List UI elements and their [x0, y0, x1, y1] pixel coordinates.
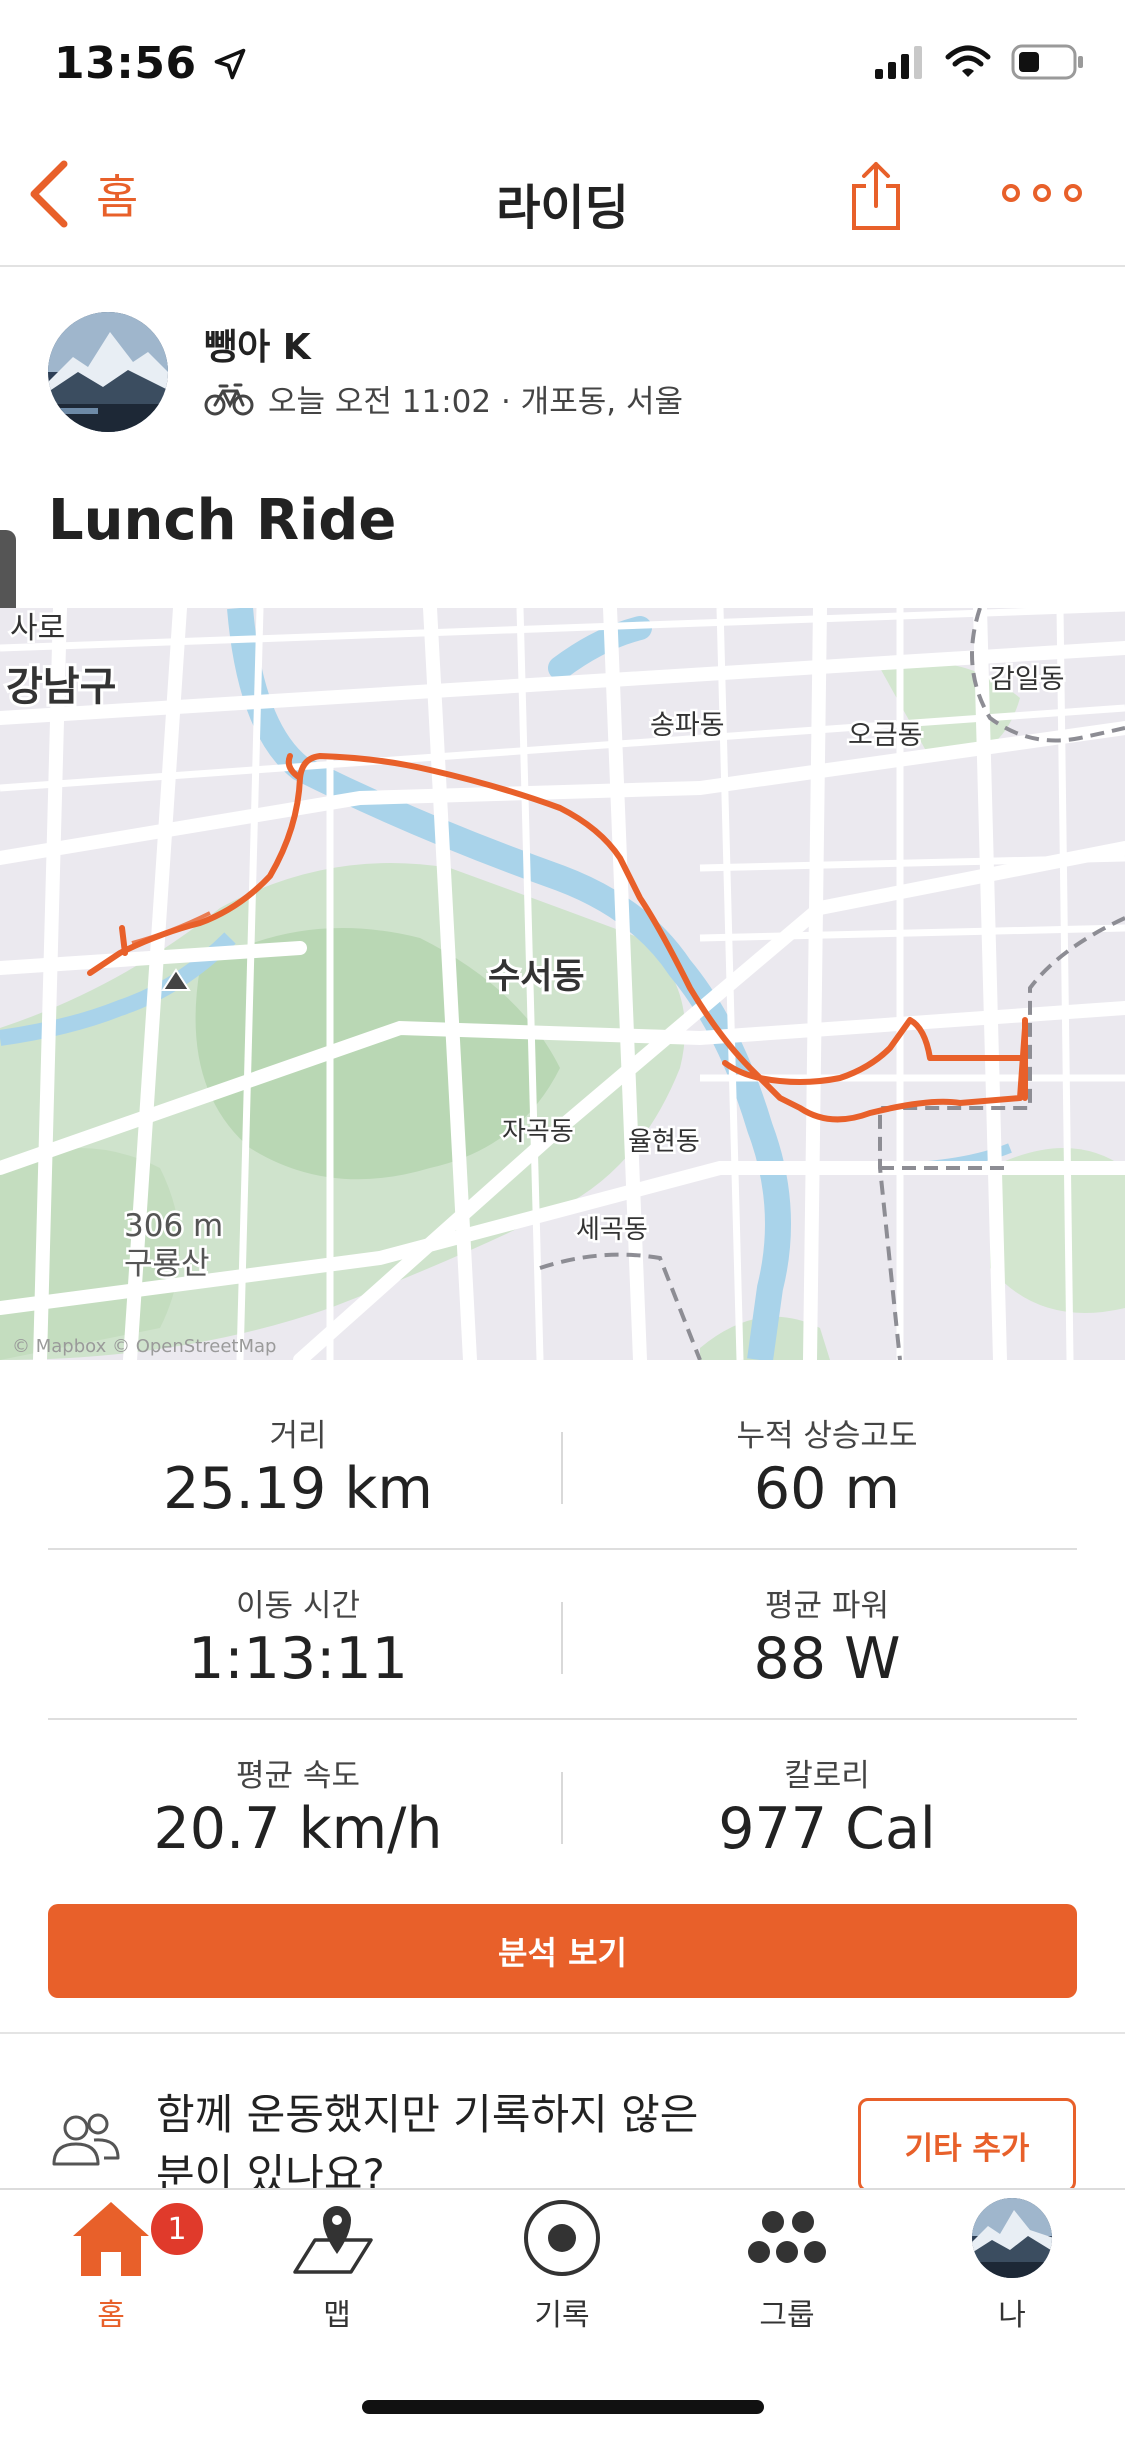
tab-map-label: 맵 — [323, 2298, 351, 2333]
location-arrow-icon — [215, 48, 246, 80]
stat-avg-speed-value: 20.7 km/h — [153, 1796, 443, 1862]
map-label-mountain-height: 306 m — [124, 1208, 223, 1244]
profile-avatar-icon — [972, 2198, 1052, 2278]
activity-date-location: 오늘 오전 11:02 · 개포동, 서울 — [268, 384, 683, 420]
stat-elevation-label: 누적 상승고도 — [736, 1418, 918, 1454]
stat-elevation-value: 60 m — [753, 1456, 901, 1522]
tab-groups[interactable] — [712, 2196, 862, 2284]
avatar-photo — [48, 312, 168, 432]
wifi-icon — [945, 45, 991, 77]
tab-record-label: 기록 — [534, 2298, 590, 2333]
cellular-signal-icon — [875, 46, 922, 79]
map-label-saro: 사로 — [10, 611, 65, 646]
section-divider — [0, 2032, 1125, 2034]
stat-distance-label: 거리 — [269, 1418, 327, 1454]
stat-avg-power-value: 88 W — [753, 1626, 901, 1692]
groups-icon — [748, 2211, 826, 2263]
stat-divider — [561, 1772, 563, 1844]
stat-calories-label: 칼로리 — [784, 1758, 870, 1794]
tab-groups-label: 그룹 — [759, 2298, 815, 2333]
more-dot-icon — [1002, 184, 1020, 202]
status-indicators — [875, 44, 1085, 80]
home-indicator — [362, 2400, 764, 2414]
people-icon — [52, 2113, 120, 2166]
tab-record[interactable] — [487, 2196, 637, 2284]
map-label-gamil: 감일동 — [990, 664, 1065, 695]
tab-you[interactable] — [937, 2196, 1087, 2284]
home-icon — [73, 2202, 149, 2276]
battery-icon — [1011, 44, 1083, 80]
stat-divider — [561, 1602, 563, 1674]
route-map[interactable]: 강남구 사로 송파동 오금동 감일동 수서동 자곡동 율현동 세곡동 306 m… — [0, 608, 1125, 1360]
map-label-suseo: 수서동 — [488, 957, 585, 997]
athlete-avatar[interactable] — [48, 312, 168, 432]
stat-distance-value: 25.19 km — [163, 1456, 433, 1522]
athlete-name[interactable]: 뺑아 K — [204, 318, 311, 370]
map-icon — [293, 2206, 373, 2274]
share-icon[interactable] — [848, 160, 904, 232]
map-label-yulhyeon: 율현동 — [628, 1127, 700, 1157]
stat-divider — [561, 1432, 563, 1504]
stat-moving-time-value: 1:13:11 — [188, 1626, 408, 1692]
add-others-button[interactable]: 기타 추가 — [858, 2098, 1076, 2192]
activity-meta: 오늘 오전 11:02 · 개포동, 서울 — [204, 376, 683, 421]
more-dot-icon — [1064, 184, 1082, 202]
stat-avg-power-label: 평균 파워 — [765, 1588, 889, 1624]
map-label-segok: 세곡동 — [576, 1215, 648, 1245]
status-time: 13:56 — [54, 38, 248, 89]
tab-home-label: 홈 — [97, 2298, 125, 2333]
tab-map[interactable] — [262, 2196, 412, 2284]
more-dot-icon — [1033, 184, 1051, 202]
stat-row-divider — [48, 1548, 1077, 1550]
notification-badge: 1 — [148, 2200, 206, 2258]
stat-calories-value: 977 Cal — [718, 1796, 936, 1862]
map-label-songpa: 송파동 — [650, 710, 725, 741]
map-attribution[interactable]: © Mapbox © OpenStreetMap — [12, 1336, 276, 1357]
view-analysis-button[interactable]: 분석 보기 — [48, 1904, 1077, 1998]
stat-avg-speed-label: 평균 속도 — [236, 1758, 360, 1794]
stat-moving-time-label: 이동 시간 — [236, 1588, 360, 1624]
map-label-gangnam: 강남구 — [6, 664, 116, 710]
map-label-mountain-name: 구룡산 — [124, 1246, 210, 1282]
companion-prompt: 함께 운동했지만 기록하지 않은 분이 있나요? — [156, 2090, 699, 2199]
tab-you-label: 나 — [998, 2298, 1026, 2333]
map-label-ogeum: 오금동 — [848, 720, 923, 751]
more-options-button[interactable] — [1002, 184, 1082, 202]
record-icon — [524, 2200, 600, 2276]
map-label-jagok: 자곡동 — [502, 1117, 574, 1147]
activity-title: Lunch Ride — [48, 488, 397, 553]
bike-icon — [204, 383, 254, 415]
stat-row-divider — [48, 1718, 1077, 1720]
page-title: 라이딩 — [496, 180, 629, 236]
